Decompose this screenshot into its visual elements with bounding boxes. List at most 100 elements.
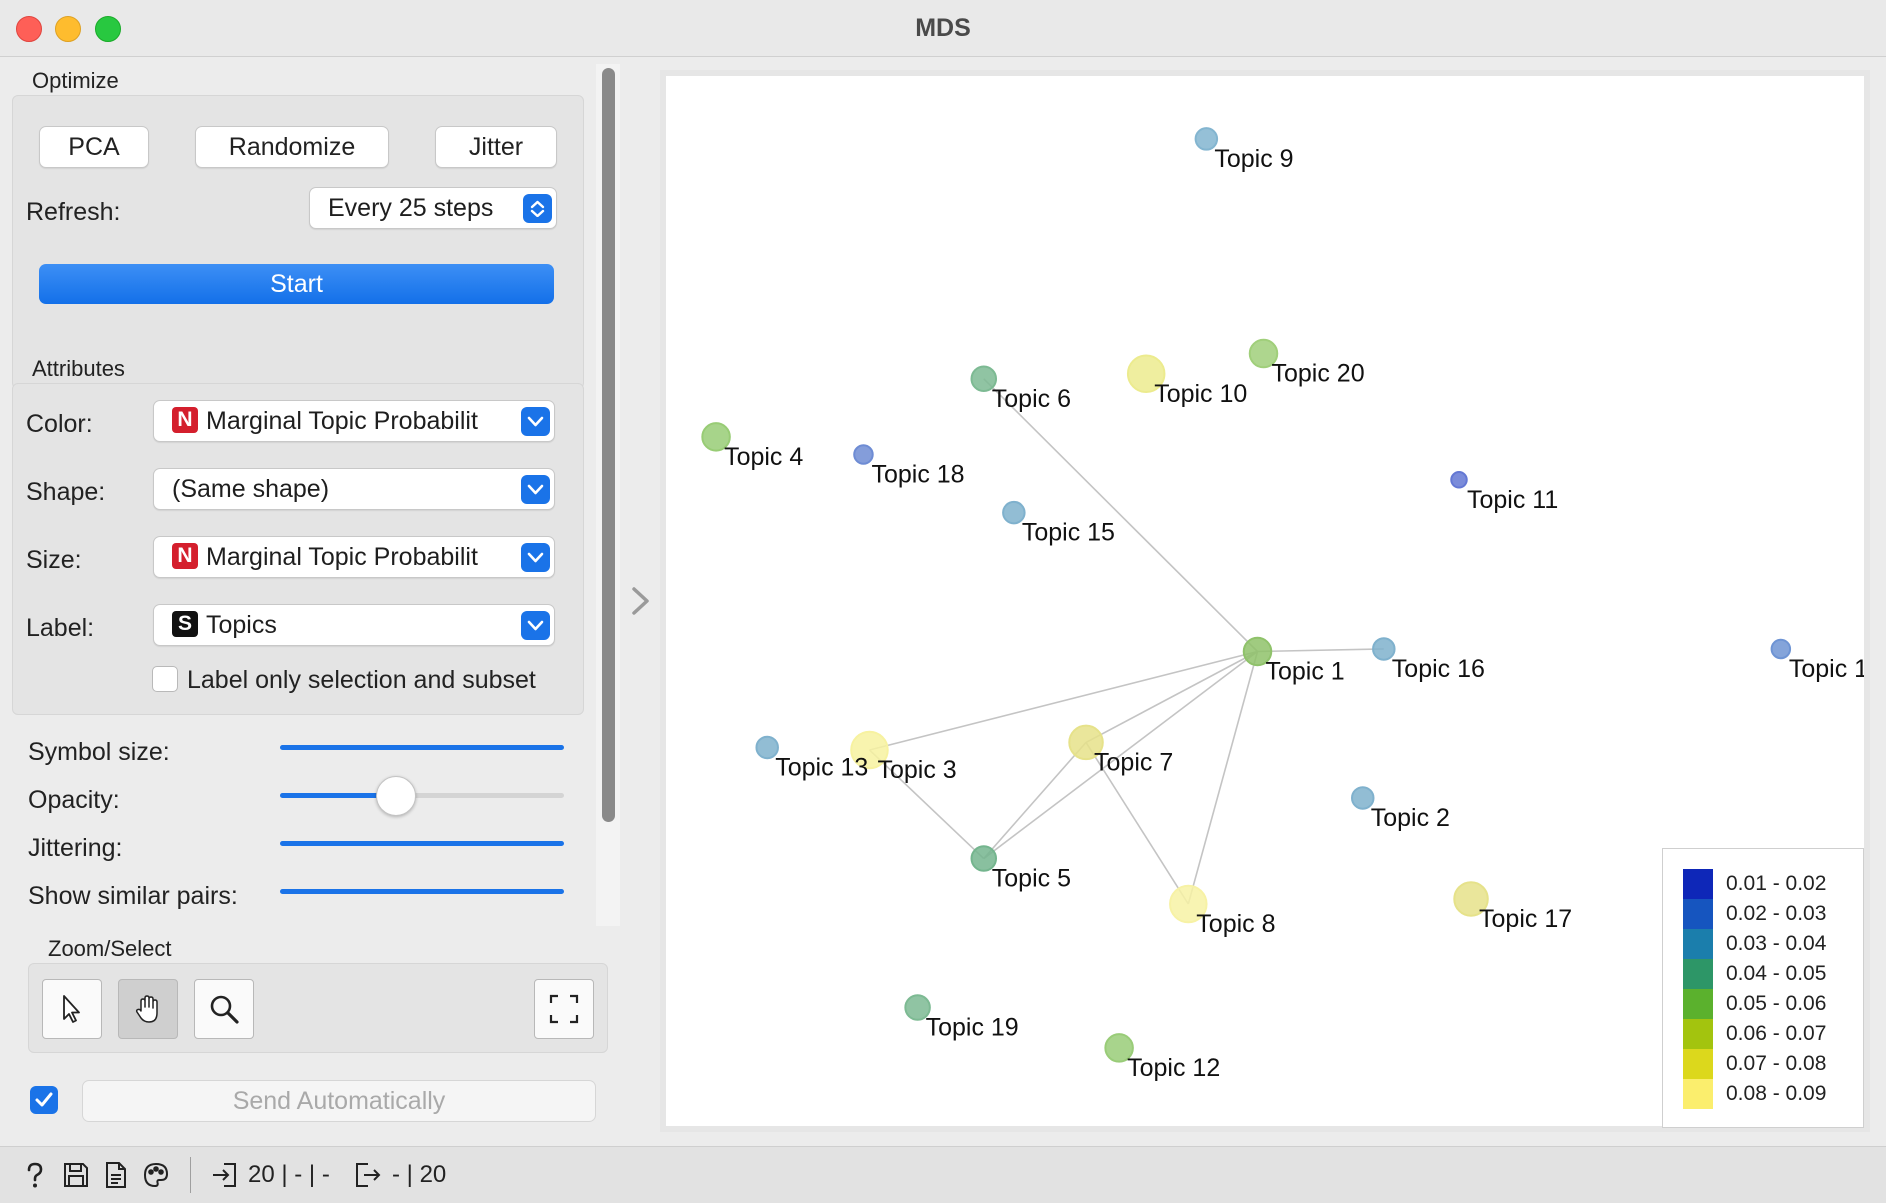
numeric-variable-icon: N [172,407,198,434]
point-label: Topic 10 [1154,380,1247,408]
symbol-size-slider[interactable] [280,745,564,750]
optimize-section-label: Optimize [32,68,119,93]
similar-pairs-lines [868,378,1384,905]
scatter-point[interactable] [1450,471,1468,489]
legend-label: 0.08 - 0.09 [1726,1082,1827,1105]
randomize-button[interactable]: Randomize [195,126,389,168]
legend-swatch [1683,1019,1713,1049]
legend-label: 0.05 - 0.06 [1726,992,1827,1015]
shape-select-value: (Same shape) [172,475,330,503]
point-label: Topic 19 [926,1014,1019,1042]
point-label: Topic 6 [992,385,1071,413]
input-summary: 20 | - | - [248,1161,330,1188]
legend-swatch [1683,869,1713,899]
point-label: Topic 9 [1214,145,1293,173]
send-row: Send Automatically [30,1080,600,1124]
chevron-down-icon [521,543,550,572]
attributes-section-label: Attributes [32,356,125,381]
point-label: Topic 20 [1271,360,1364,388]
zoom-magnifier-icon[interactable] [194,979,254,1039]
point-label: Topic 13 [775,753,868,781]
attributes-box: Color: N Marginal Topic Probabilit Shape:… [12,383,584,715]
similar-pair-line [1257,648,1384,653]
string-variable-icon: S [172,611,198,638]
opacity-label: Opacity: [28,786,120,814]
legend-swatch [1683,899,1713,929]
select-arrow-icon[interactable] [42,979,102,1039]
point-label: Topic 16 [1392,655,1485,683]
palette-icon[interactable] [142,1161,170,1194]
point-label: Topic 1 [1265,658,1344,686]
legend-swatch [1683,989,1713,1019]
refresh-label: Refresh: [26,198,121,226]
output-icon [354,1161,382,1194]
opacity-slider-handle[interactable] [376,776,416,816]
input-icon [210,1161,238,1194]
legend-label: 0.04 - 0.05 [1726,962,1827,985]
jittering-slider[interactable] [280,841,564,846]
fit-view-icon[interactable] [534,979,594,1039]
shape-select[interactable]: (Same shape) [153,468,555,510]
send-automatically-checkbox[interactable] [30,1086,58,1114]
point-label: Topic 14 [1789,655,1864,683]
point-label: Topic 4 [724,443,803,471]
similar-pair-line [983,741,1087,860]
zoom-select-box [28,963,608,1053]
refresh-select[interactable]: Every 25 steps [309,187,557,229]
similar-pairs-slider[interactable] [280,889,564,894]
refresh-select-value: Every 25 steps [328,194,494,222]
legend-label: 0.01 - 0.02 [1726,872,1827,895]
size-select-value: Marginal Topic Probabilit [206,543,478,571]
label-only-checkbox[interactable] [152,666,178,692]
zoom-select-section-label: Zoom/Select [48,936,172,961]
save-icon[interactable] [62,1161,90,1194]
label-select-value: Topics [206,611,277,639]
color-label: Color: [26,410,93,438]
collapse-panel-chevron-icon[interactable] [630,586,652,624]
point-label: Topic 7 [1094,748,1173,776]
point-label: Topic 11 [1467,486,1558,514]
report-icon[interactable] [104,1161,128,1194]
color-select-value: Marginal Topic Probabilit [206,407,478,435]
point-label: Topic 3 [877,756,956,784]
similar-pair-line [1085,650,1258,744]
size-select[interactable]: N Marginal Topic Probabilit [153,536,555,578]
point-label: Topic 8 [1196,910,1275,938]
pca-button[interactable]: PCA [39,126,149,168]
scrollbar-thumb[interactable] [602,68,615,822]
pan-hand-icon[interactable] [118,979,178,1039]
optimize-box: PCA Randomize Jitter Refresh: Every 25 s… [12,95,584,389]
status-separator [190,1157,191,1193]
legend-label: 0.02 - 0.03 [1726,902,1827,925]
shape-label: Shape: [26,478,106,506]
legend-label: 0.06 - 0.07 [1726,1022,1827,1045]
symbol-size-label: Symbol size: [28,738,170,766]
chevron-down-icon [521,611,550,640]
title-bar: MDS [0,0,1886,57]
color-legend: 0.01 - 0.02 0.02 - 0.03 0.03 - 0.04 0.04 - … [1662,848,1864,1128]
point-label: Topic 2 [1371,804,1450,832]
point-label: Topic 5 [992,865,1071,893]
legend-swatch [1683,929,1713,959]
scatter-point[interactable] [1770,638,1792,660]
point-label: Topic 17 [1479,905,1572,933]
color-select[interactable]: N Marginal Topic Probabilit [153,400,555,442]
status-bar: 20 | - | - - | 20 [0,1146,1886,1203]
point-label: Topic 18 [871,461,964,489]
similar-pairs-label: Show similar pairs: [28,882,238,910]
label-select[interactable]: S Topics [153,604,555,646]
start-button[interactable]: Start [39,264,554,304]
control-panel: Optimize PCA Randomize Jitter Refresh: E… [0,57,620,1147]
control-panel-scrollbar[interactable] [596,64,620,926]
updown-chevron-icon [523,194,552,223]
help-icon[interactable] [22,1161,48,1194]
window-title: MDS [915,14,971,42]
legend-swatch [1683,1079,1713,1109]
jittering-label: Jittering: [28,834,123,862]
jitter-button[interactable]: Jitter [435,126,557,168]
legend-label: 0.07 - 0.08 [1726,1052,1827,1075]
send-automatically-button[interactable]: Send Automatically [82,1080,596,1122]
legend-swatch [1683,1049,1713,1079]
scatter-point[interactable] [853,444,874,465]
chevron-down-icon [521,475,550,504]
